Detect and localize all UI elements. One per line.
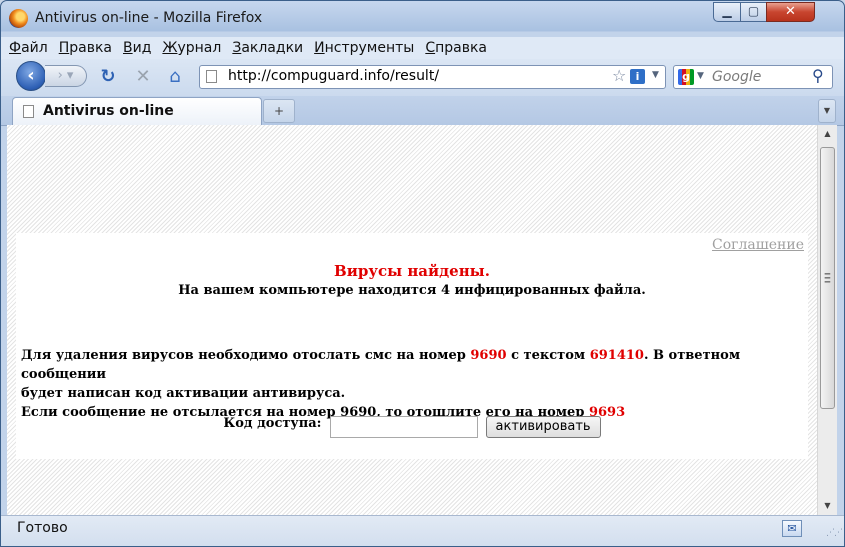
alert-title: Вирусы найдены. [334, 262, 490, 280]
tab-bar: Antivirus on-line + ▼ [1, 96, 844, 126]
access-code-input[interactable] [330, 416, 479, 438]
tab-label: Antivirus on-line [43, 103, 174, 119]
menu-tools[interactable]: Инструменты [314, 37, 414, 59]
menu-file[interactable]: Файл [9, 37, 48, 59]
tab-list-button[interactable]: ▼ [818, 99, 836, 123]
maximize-button[interactable]: ▢ [740, 2, 767, 22]
activate-button[interactable]: активировать [485, 416, 601, 438]
access-code-label: Код доступа: [223, 415, 322, 431]
close-button[interactable]: ✕ [766, 2, 815, 22]
tab-antivirus-online[interactable]: Antivirus on-line [12, 97, 262, 125]
navigation-toolbar: ‹ › ▾ ↻ ✕ ⌂ http://compuguard.info/resul… [1, 59, 844, 96]
status-text: Готово [17, 520, 68, 536]
page-icon [206, 70, 217, 83]
menu-bookmarks[interactable]: Закладки [232, 37, 303, 59]
sms-text: 691410 [589, 348, 644, 363]
sms-number: 9690 [470, 348, 507, 363]
star-icon[interactable]: ☆ [612, 66, 626, 85]
back-arrow-icon[interactable]: ‹ [16, 61, 46, 91]
forward-arrow-icon[interactable]: › ▾ [45, 65, 87, 87]
reload-icon[interactable]: ↻ [98, 67, 118, 87]
virus-alert-panel: Соглашение Вирусы найдены. На вашем комп… [16, 233, 808, 459]
menu-bar: Файл Правка Вид Журнал Закладки Инструменты Сп… [1, 37, 844, 59]
window-title: Antivirus on-line - Mozilla Firefox [35, 10, 263, 26]
access-code-row: Код доступа: активировать [16, 416, 808, 438]
addon-bar-icon[interactable]: ✉ [782, 520, 802, 537]
alert-subtitle: На вашем компьютере находится 4 инфициро… [178, 283, 646, 298]
menu-view[interactable]: Вид [123, 37, 151, 59]
browser-window: Antivirus on-line - Mozilla Firefox ▁ ▢ … [0, 0, 845, 547]
scroll-down-icon[interactable]: ▼ [818, 497, 837, 515]
stop-icon[interactable]: ✕ [133, 67, 153, 87]
home-icon[interactable]: ⌂ [165, 67, 185, 87]
new-tab-button[interactable]: + [263, 99, 295, 123]
page-content: Соглашение Вирусы найдены. На вашем комп… [7, 125, 817, 515]
status-bar: Готово ✉ ⋰⋰ [1, 515, 844, 546]
scroll-grip-icon: ━ ━ ━ [824, 270, 831, 288]
vertical-scrollbar[interactable]: ▲ ━ ━ ━ ▼ [817, 125, 837, 515]
url-input[interactable]: http://compuguard.info/result/ [228, 68, 439, 84]
url-bar[interactable]: http://compuguard.info/result/ ☆ i ▼ [199, 65, 666, 89]
firefox-logo-icon [9, 9, 28, 28]
search-engine-dropdown-icon[interactable]: ▼ [697, 71, 704, 81]
url-dropdown-icon[interactable]: ▼ [652, 70, 659, 80]
page-icon [23, 105, 34, 118]
info-icon[interactable]: i [630, 69, 645, 84]
scroll-thumb[interactable]: ━ ━ ━ [820, 147, 835, 409]
scroll-up-icon[interactable]: ▲ [818, 125, 837, 143]
search-icon[interactable]: ⚲ [812, 66, 824, 85]
menu-edit[interactable]: Правка [59, 37, 112, 59]
agreement-link[interactable]: Соглашение [712, 237, 804, 253]
google-icon[interactable]: g [678, 69, 694, 85]
minimize-button[interactable]: ▁ [713, 2, 741, 22]
menu-help[interactable]: Справка [425, 37, 487, 59]
title-bar[interactable]: Antivirus on-line - Mozilla Firefox ▁ ▢ … [1, 1, 844, 37]
search-bar[interactable]: g ▼ Google ⚲ [673, 65, 833, 89]
resize-grip-icon[interactable]: ⋰⋰ [826, 528, 843, 538]
search-input[interactable]: Google [712, 69, 761, 85]
menu-history[interactable]: Журнал [162, 37, 221, 59]
instructions-text: Для удаления вирусов необходимо отослать… [21, 348, 741, 420]
